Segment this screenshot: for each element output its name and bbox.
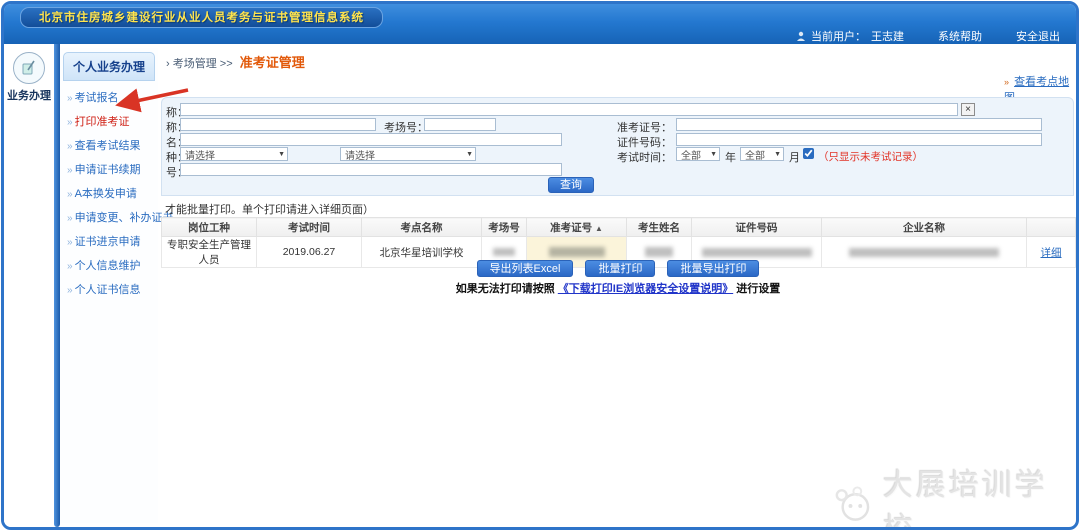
chevron-bullet-icon: »: [67, 285, 73, 296]
id-no-input[interactable]: [676, 133, 1042, 146]
search-input-row3[interactable]: [180, 133, 562, 146]
sidebar-item-personal-cert-info[interactable]: »个人证书信息: [67, 281, 158, 297]
notepad-pencil-icon: [19, 58, 39, 78]
only-unexamined-note: （只显示未考试记录）: [818, 149, 923, 164]
top-bar: 北京市住房城乡建设行业从业人员考务与证书管理信息系统 当前用户： 王志建 系统帮…: [4, 4, 1076, 44]
current-user-prefix: 当前用户：: [811, 28, 866, 44]
id-no-label: 证件号码：: [614, 134, 672, 150]
batch-export-print-button[interactable]: 批量导出打印: [667, 260, 759, 277]
type-select-1[interactable]: 请选择▼: [180, 147, 288, 161]
ie-settings-guide-link[interactable]: 《下载打印IE浏览器安全设置说明》: [558, 283, 733, 295]
search-form-panel: 称： × 称： 考场号： 准考证号： 名： 证件号码： 种： 请选择▼ 请选择▼…: [161, 97, 1074, 196]
action-buttons: 导出列表Excel 批量打印 批量导出打印: [161, 260, 1075, 277]
chevron-bullet-icon: »: [67, 189, 73, 200]
exam-time-label: 考试时间：: [614, 149, 672, 165]
sidebar-item-view-results[interactable]: »查看考试结果: [67, 137, 158, 153]
type-select-2[interactable]: 请选择▼: [340, 147, 476, 161]
chevron-bullet-icon: »: [67, 165, 73, 176]
sort-asc-icon: ▲: [595, 224, 603, 233]
chevron-bullet-icon: »: [67, 261, 73, 272]
search-input-row1[interactable]: [180, 103, 958, 116]
watermark-text: 大展培训学校: [883, 460, 1076, 530]
breadcrumb: › 考场管理 >> 准考证管理: [166, 52, 305, 71]
room-no-input[interactable]: [424, 118, 496, 131]
sidebar-item-personal-info[interactable]: »个人信息维护: [67, 257, 158, 273]
chevron-down-icon: ▼: [774, 151, 781, 158]
left-rail-label: 业务办理: [4, 87, 54, 103]
table-header-row: 岗位工种 考试时间 考点名称 考场号 准考证号 ▲ 考生姓名 证件号码 企业名称: [162, 218, 1076, 237]
app-window: 北京市住房城乡建设行业从业人员考务与证书管理信息系统 当前用户： 王志建 系统帮…: [1, 1, 1079, 530]
link-bullet-icon: »: [1004, 77, 1009, 87]
business-icon[interactable]: [13, 52, 45, 84]
sidebar-header: 个人业务办理: [63, 52, 155, 81]
page-title: 准考证管理: [240, 55, 305, 70]
current-user-name: 王志建: [871, 28, 904, 44]
watermark-logo-icon: [830, 483, 875, 525]
only-unexamined-checkbox[interactable]: [803, 148, 814, 159]
user-icon: [796, 31, 806, 41]
query-button[interactable]: 查询: [548, 177, 594, 193]
chevron-down-icon: ▼: [466, 151, 473, 158]
chevron-bullet-icon: »: [67, 93, 73, 104]
col-company[interactable]: 企业名称: [822, 218, 1027, 237]
sidebar-item-exam-signup[interactable]: »考试报名: [67, 89, 158, 105]
sidebar-item-change-replace-cert[interactable]: »申请变更、补办证书: [67, 209, 158, 225]
close-icon[interactable]: ×: [961, 103, 975, 116]
col-id-no[interactable]: 证件号码: [692, 218, 822, 237]
chevron-bullet-icon: »: [67, 213, 73, 224]
sidebar-item-a-book-reissue[interactable]: »A本换发申请: [67, 185, 158, 201]
search-input-row5[interactable]: [180, 163, 562, 176]
col-site-name[interactable]: 考点名称: [362, 218, 482, 237]
detail-link[interactable]: 详细: [1041, 247, 1062, 259]
chevron-bullet-icon: »: [67, 141, 73, 152]
ticket-no-input[interactable]: [676, 118, 1042, 131]
batch-print-button[interactable]: 批量打印: [585, 260, 655, 277]
col-ticket-no-sorted[interactable]: 准考证号 ▲: [527, 218, 627, 237]
app-title: 北京市住房城乡建设行业从业人员考务与证书管理信息系统: [20, 7, 383, 28]
search-input-row2[interactable]: [180, 118, 376, 131]
chevron-down-icon: ▼: [710, 151, 717, 158]
col-exam-date[interactable]: 考试时间: [257, 218, 362, 237]
month-select[interactable]: 全部▼: [740, 147, 784, 161]
ticket-no-label: 准考证号：: [614, 119, 672, 135]
breadcrumb-path: › 考场管理 >>: [166, 58, 233, 70]
month-suffix: 月: [789, 149, 800, 165]
sidebar-item-cert-transfer[interactable]: »证书进京申请: [67, 233, 158, 249]
app-title-text: 北京市住房城乡建设行业从业人员考务与证书管理信息系统: [39, 12, 364, 24]
system-help-link[interactable]: 系统帮助: [938, 28, 982, 44]
chevron-bullet-icon: »: [67, 117, 73, 128]
col-room-no[interactable]: 考场号: [482, 218, 527, 237]
sidebar-item-print-ticket[interactable]: »打印准考证: [67, 113, 158, 129]
chevron-down-icon: ▼: [278, 151, 285, 158]
watermark: 大展培训学校: [830, 460, 1076, 530]
col-position[interactable]: 岗位工种: [162, 218, 257, 237]
sidebar: 个人业务办理 »考试报名 »打印准考证 »查看考试结果 »申请证书续期 »A本换…: [60, 48, 158, 523]
export-excel-button[interactable]: 导出列表Excel: [477, 260, 574, 277]
user-bar: 当前用户： 王志建 系统帮助 安全退出: [796, 29, 1060, 43]
batch-print-hint: 才能批量打印。单个打印请进入详细页面）: [165, 201, 374, 217]
current-user: 当前用户： 王志建: [796, 28, 904, 44]
print-setup-note: 如果无法打印请按照 《下载打印IE浏览器安全设置说明》 进行设置: [161, 280, 1075, 296]
chevron-bullet-icon: »: [67, 237, 73, 248]
left-rail: 业务办理: [4, 44, 54, 527]
year-suffix: 年: [725, 149, 736, 165]
col-actions: [1027, 218, 1076, 237]
col-candidate-name[interactable]: 考生姓名: [627, 218, 692, 237]
sidebar-item-cert-renewal[interactable]: »申请证书续期: [67, 161, 158, 177]
year-select[interactable]: 全部▼: [676, 147, 720, 161]
logout-link[interactable]: 安全退出: [1016, 28, 1060, 44]
